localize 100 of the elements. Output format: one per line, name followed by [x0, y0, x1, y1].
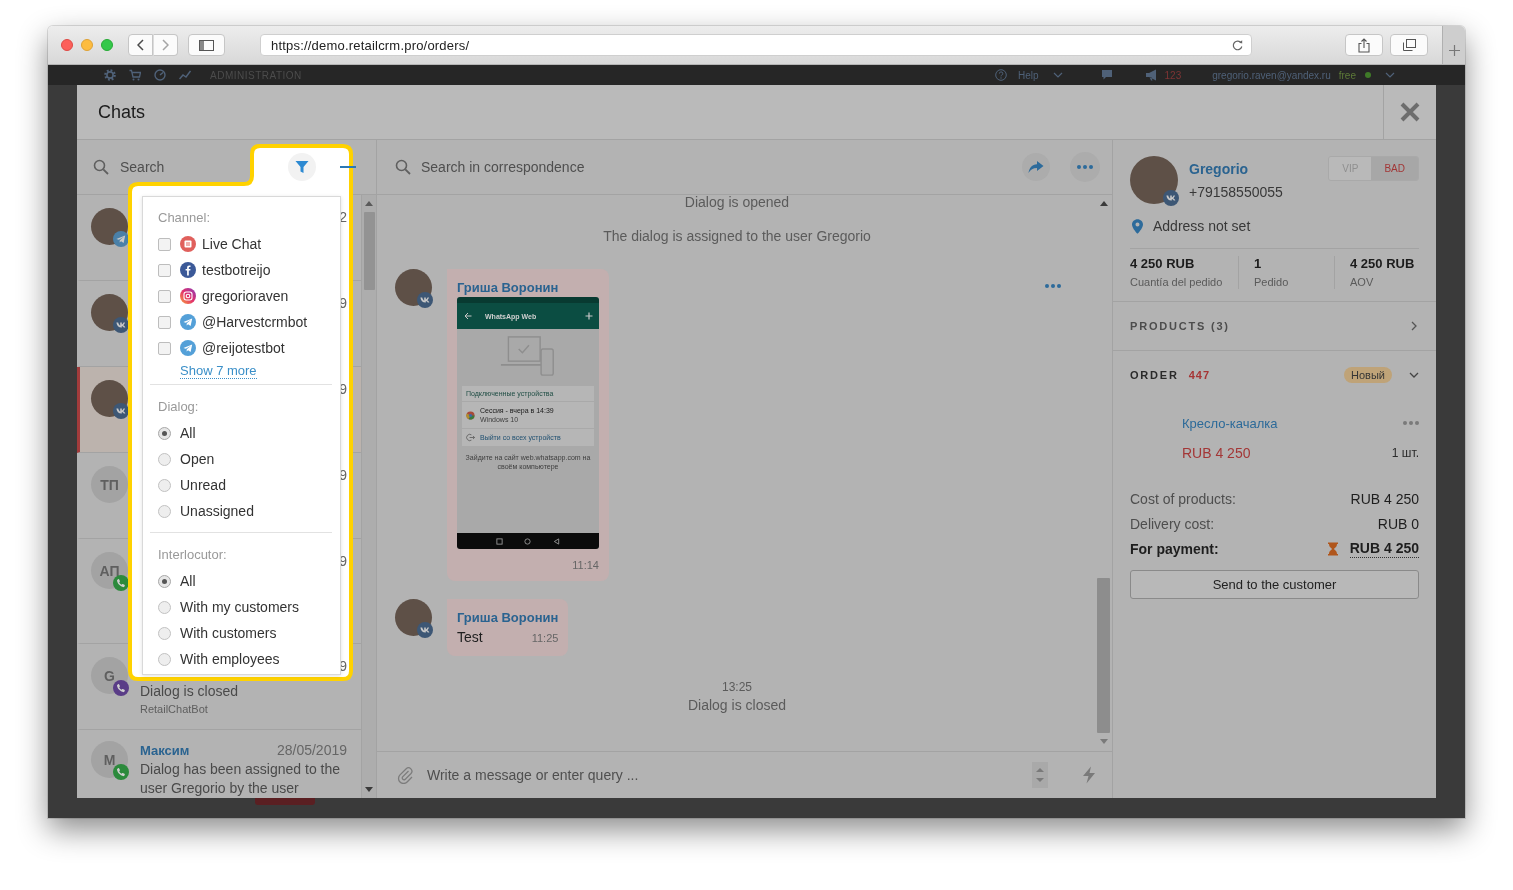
filter-group-label: Dialog:: [158, 399, 200, 415]
forward-dialog-button[interactable]: [1022, 153, 1050, 181]
logout-icon: [466, 433, 475, 442]
total-label: Delivery cost:: [1130, 516, 1215, 532]
zoom-window-button[interactable]: [101, 39, 113, 51]
checkbox[interactable]: [158, 237, 171, 251]
message-input[interactable]: Write a message or enter query ...: [427, 765, 1032, 785]
radio-label[interactable]: With my customers: [180, 599, 299, 615]
radio-button[interactable]: [158, 452, 171, 466]
chevron-icon[interactable]: [1409, 321, 1419, 331]
minimize-window-button[interactable]: [81, 39, 93, 51]
channel-name[interactable]: gregorioraven: [202, 288, 289, 304]
radio-label[interactable]: Open: [180, 451, 215, 467]
scroll-up-icon[interactable]: [1099, 201, 1108, 206]
camera-icon: [180, 288, 196, 304]
radio-label[interactable]: With employees: [180, 651, 280, 667]
close-icon: [1400, 102, 1420, 122]
products-section[interactable]: PRODUCTS (3): [1113, 301, 1436, 350]
stat-value: 4 250 RUB: [1350, 256, 1415, 272]
scrollbar-thumb[interactable]: [1097, 578, 1110, 733]
gear-icon[interactable]: [104, 69, 116, 81]
dimmed-button-edge: [255, 798, 315, 805]
radio-button[interactable]: [158, 574, 171, 588]
channel-name[interactable]: @reijotestbot: [202, 340, 285, 356]
lightning-icon[interactable]: [1082, 766, 1096, 784]
radio-button[interactable]: [158, 652, 171, 666]
total-label: Cost of products:: [1130, 491, 1236, 507]
radio-label[interactable]: Unassigned: [180, 503, 254, 519]
radio-button[interactable]: [158, 478, 171, 492]
show-more-link[interactable]: Show 7 more: [180, 363, 257, 379]
chat-list-item[interactable]: М Максим 28/05/2019 Dialog has been assigned to the user Gregorio by the user: [77, 730, 361, 798]
laptop-phone-icon: [500, 335, 556, 378]
address-bar[interactable]: https://demo.retailcrm.pro/orders/: [260, 34, 1252, 56]
network-badge-icon: [113, 317, 129, 333]
plus-icon: [585, 312, 593, 320]
search-field[interactable]: Search: [120, 157, 245, 177]
overlapping-squares-icon: [1402, 39, 1416, 51]
chevron-icon[interactable]: [1409, 370, 1419, 380]
checkbox[interactable]: [158, 263, 171, 277]
line-chart-icon[interactable]: [179, 69, 191, 81]
stat-label: Cuantía del pedido: [1130, 275, 1224, 289]
new-tab-button[interactable]: [1442, 26, 1465, 64]
radio-button[interactable]: [158, 626, 171, 640]
radio-label[interactable]: Unread: [180, 477, 226, 493]
customer-phone: +79158550055: [1189, 183, 1283, 202]
share-button[interactable]: [1345, 34, 1383, 56]
scroll-up-icon[interactable]: [365, 201, 373, 206]
tabs-button[interactable]: [1390, 34, 1428, 56]
help-icon[interactable]: [994, 69, 1007, 81]
radio-button[interactable]: [158, 600, 171, 614]
radio-label[interactable]: All: [180, 573, 196, 589]
reload-icon[interactable]: [1232, 39, 1243, 51]
status-badge: Новый: [1344, 367, 1392, 383]
gauge-icon[interactable]: [154, 69, 166, 81]
author-name: Гриша Воронин: [457, 279, 560, 297]
checkbox[interactable]: [158, 341, 171, 355]
event-time: 13:25: [722, 680, 752, 694]
checkbox[interactable]: [158, 315, 171, 329]
checkbox[interactable]: [158, 289, 171, 303]
scrollbar-thumb[interactable]: [363, 212, 375, 290]
send-to-customer-button[interactable]: Send to the customer: [1130, 570, 1419, 599]
contact-name: Максим: [140, 742, 190, 758]
paperclip-icon[interactable]: [397, 766, 413, 784]
phone-badge-icon: [113, 575, 129, 591]
search-field[interactable]: Search in correspondence: [421, 157, 1022, 177]
back-button[interactable]: [128, 34, 153, 56]
more-button[interactable]: [1070, 152, 1100, 182]
radio-label[interactable]: All: [180, 425, 196, 441]
stat-value: 4 250 RUB: [1130, 256, 1196, 272]
avatar-photo: [1130, 156, 1178, 204]
more-icon[interactable]: [1045, 284, 1061, 288]
plan-label: free: [1338, 69, 1356, 81]
message-time: 11:14: [571, 558, 599, 573]
scroll-down-icon[interactable]: [365, 787, 373, 792]
forward-button[interactable]: [153, 34, 178, 56]
curved-arrow-icon: [1028, 160, 1044, 174]
more-icon[interactable]: [1403, 421, 1419, 425]
message-time: 11:25: [531, 631, 559, 646]
last-message: Dialog has been assigned to the user Gregorio by the user: [140, 760, 342, 798]
plus-icon: [1448, 45, 1460, 56]
chevron-down-icon[interactable]: [1052, 72, 1063, 78]
stat-label: AOV: [1350, 275, 1375, 289]
section-title: ORDER: [1130, 369, 1179, 381]
message-text: Test: [457, 628, 483, 647]
channel-name[interactable]: Live Chat: [202, 236, 262, 252]
radio-label[interactable]: With customers: [180, 625, 277, 641]
f-logo-icon: [180, 262, 196, 278]
channel-name[interactable]: testbotreijo: [202, 262, 271, 278]
chevron-down-icon[interactable]: [1385, 72, 1395, 78]
radio-button[interactable]: [158, 504, 171, 518]
chat-bubble-icon[interactable]: [1100, 69, 1113, 81]
channel-name[interactable]: @Harvestcrmbot: [202, 314, 308, 330]
scrollbar[interactable]: [361, 195, 376, 798]
chat-icon: [180, 236, 196, 252]
cart-icon[interactable]: [129, 69, 141, 81]
up-down-button[interactable]: [1032, 762, 1048, 788]
circle-icon: [524, 537, 532, 545]
radio-button[interactable]: [158, 426, 171, 440]
sidebar-button[interactable]: [188, 34, 225, 56]
close-window-button[interactable]: [61, 39, 73, 51]
